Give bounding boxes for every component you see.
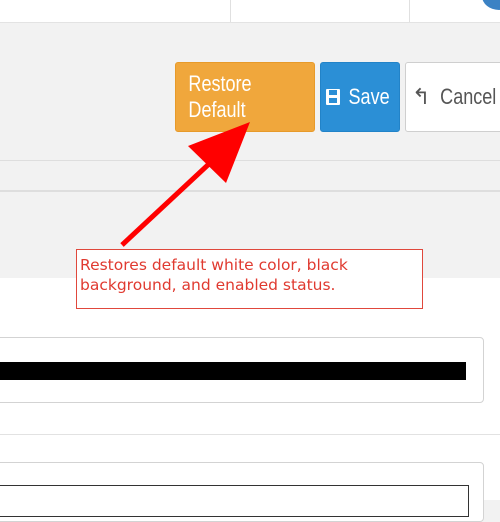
divider (0, 190, 500, 192)
status-input[interactable] (0, 485, 469, 517)
cancel-label: Cancel (440, 84, 497, 109)
floppy-disk-icon (325, 89, 340, 105)
annotation-callout: Restores default white color, black back… (76, 249, 423, 309)
status-field[interactable] (0, 462, 484, 522)
divider (0, 160, 500, 161)
save-label: Save (348, 84, 390, 109)
restore-default-button[interactable]: Restore Default (175, 62, 315, 132)
cancel-button[interactable]: ↰ Cancel (405, 62, 500, 132)
restore-default-label: Restore Default (188, 71, 252, 122)
divider (0, 434, 500, 435)
undo-arrow-icon: ↰ (412, 84, 431, 109)
save-button[interactable]: Save (320, 62, 400, 132)
arrow-shaft (120, 161, 212, 247)
top-tab[interactable] (230, 0, 500, 22)
background-color-field[interactable] (0, 337, 484, 403)
color-swatch-black[interactable] (0, 362, 466, 380)
annotation-text: Restores default white color, black back… (80, 256, 348, 294)
